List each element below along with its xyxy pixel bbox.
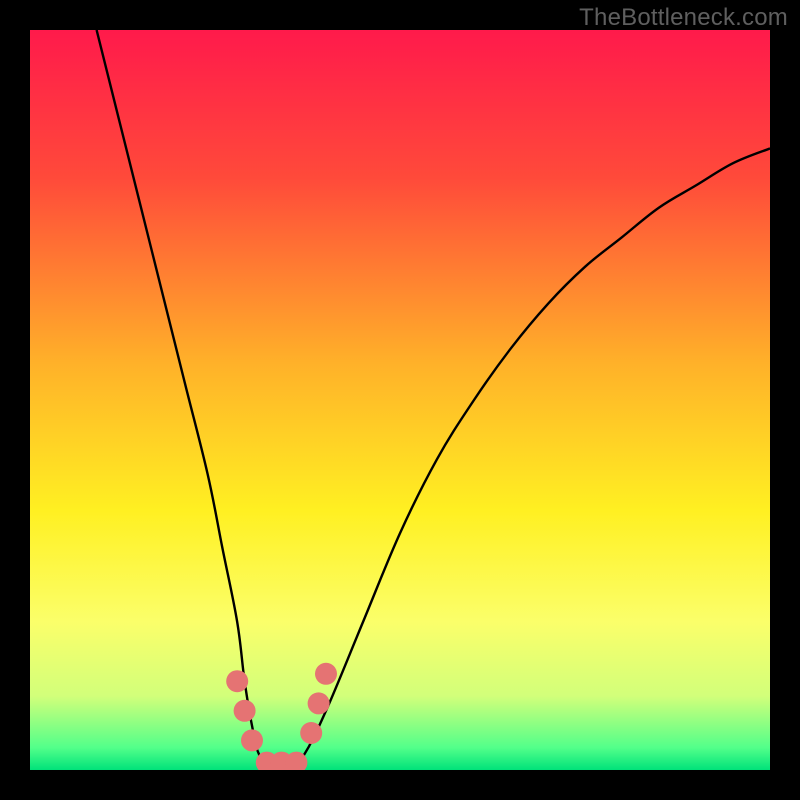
- marker-dot: [226, 670, 248, 692]
- curve-layer: [30, 30, 770, 770]
- bottleneck-curve: [97, 30, 770, 770]
- marker-dot: [315, 663, 337, 685]
- marker-dot: [300, 722, 322, 744]
- plot-area: [30, 30, 770, 770]
- bottom-markers: [226, 663, 337, 770]
- chart-frame: TheBottleneck.com: [0, 0, 800, 800]
- marker-dot: [241, 729, 263, 751]
- watermark-text: TheBottleneck.com: [579, 4, 788, 32]
- marker-dot: [308, 692, 330, 714]
- marker-dot: [234, 700, 256, 722]
